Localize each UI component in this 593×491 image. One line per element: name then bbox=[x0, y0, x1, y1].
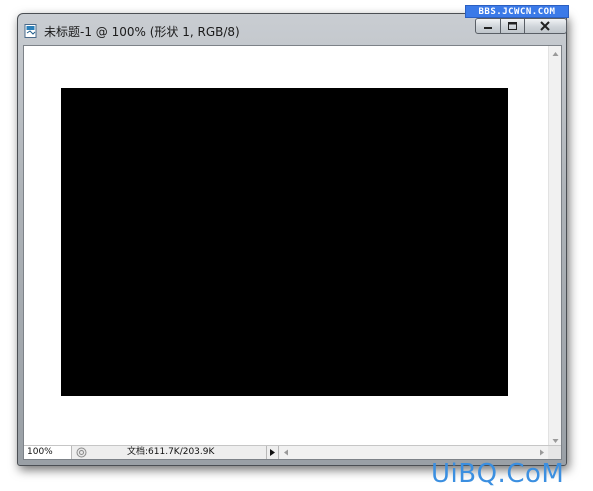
window-title: 未标题-1 @ 100% (形状 1, RGB/8) bbox=[44, 25, 240, 39]
close-icon bbox=[540, 21, 550, 31]
vertical-scrollbar[interactable] bbox=[548, 46, 561, 445]
maximize-button[interactable] bbox=[500, 18, 525, 34]
watermark-bottom: UiBQ.CoM bbox=[431, 459, 565, 489]
zoom-input[interactable]: 100% bbox=[24, 446, 72, 459]
scroll-down-icon[interactable] bbox=[549, 432, 561, 445]
minimize-button[interactable] bbox=[475, 18, 501, 34]
document-client-area: 100% 文档:611.7K/203.9K bbox=[23, 45, 562, 460]
scroll-left-icon[interactable] bbox=[280, 446, 293, 459]
status-menu-arrow-icon[interactable] bbox=[266, 446, 279, 459]
document-icon bbox=[24, 23, 38, 38]
minimize-icon bbox=[484, 27, 492, 29]
status-bar: 100% 文档:611.7K/203.9K bbox=[24, 445, 561, 459]
document-window: 未标题-1 @ 100% (形状 1, RGB/8) 100% 文档:611.7… bbox=[17, 13, 567, 466]
zoom-icon[interactable] bbox=[76, 447, 87, 458]
canvas[interactable] bbox=[24, 46, 548, 445]
shape-layer[interactable] bbox=[61, 88, 508, 396]
watermark-top: BBS.JCWCN.COM bbox=[465, 5, 569, 18]
maximize-icon bbox=[508, 22, 517, 30]
screenshot: BBS.JCWCN.COM 未标题-1 @ 100% (形状 1, RGB/8) bbox=[0, 0, 593, 491]
document-size-info: 文档:611.7K/203.9K bbox=[127, 447, 215, 457]
close-button[interactable] bbox=[524, 18, 567, 34]
scroll-up-icon[interactable] bbox=[549, 46, 561, 59]
